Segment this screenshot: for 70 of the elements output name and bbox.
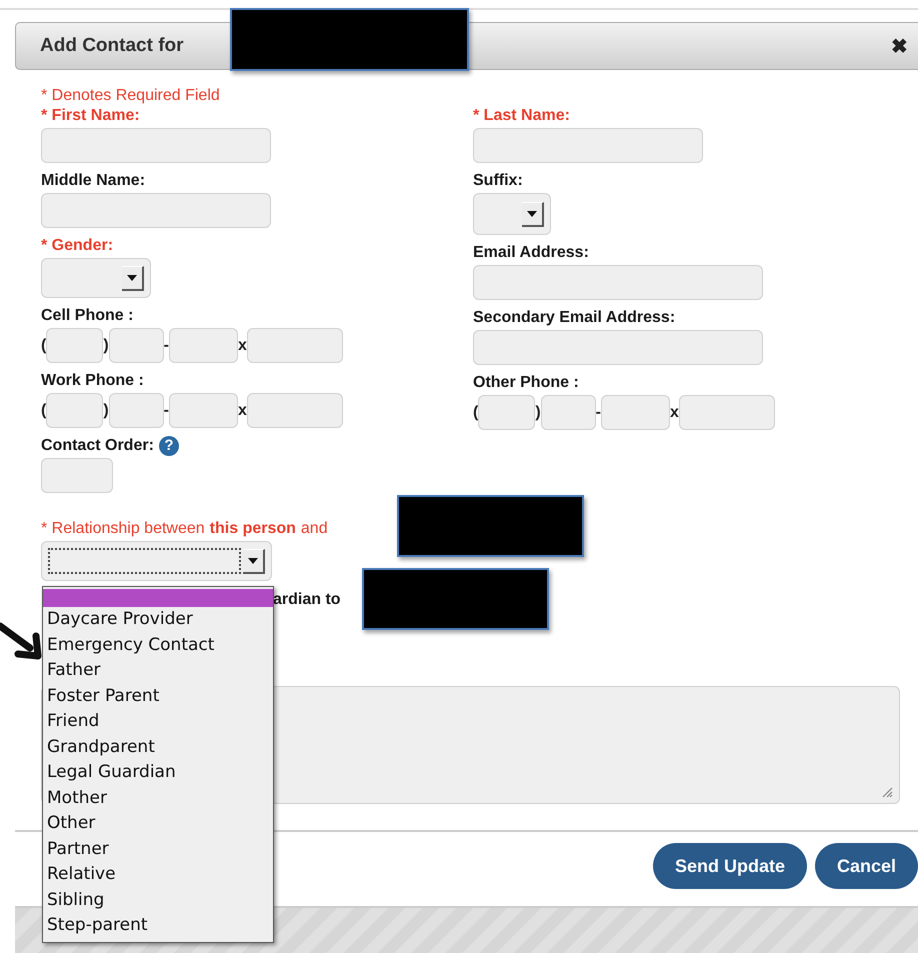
field-label: Secondary Email Address: — [473, 308, 676, 328]
input-field[interactable] — [478, 395, 536, 430]
relationship-label: * Relationship between this person and — [41, 519, 329, 539]
phone-separator: - — [596, 404, 601, 422]
caret-icon — [522, 202, 544, 226]
dropdown-option[interactable]: Mother — [43, 786, 273, 811]
guardian-label: ardian to — [273, 590, 342, 610]
resize-grip-icon — [881, 786, 893, 798]
dropdown-option[interactable]: Sibling — [43, 888, 273, 913]
input-field[interactable] — [473, 265, 763, 300]
phone-separator: x — [238, 402, 247, 420]
field-label: * Last Name: — [473, 106, 570, 126]
input-field[interactable] — [108, 393, 164, 428]
dropdown-option[interactable]: Legal Guardian — [43, 760, 273, 786]
select-field[interactable] — [41, 258, 151, 298]
phone-separator: ( — [41, 336, 46, 354]
action-button[interactable]: Cancel — [814, 843, 918, 889]
dropdown-option[interactable]: Father — [43, 658, 273, 684]
field-label: Middle Name: — [41, 171, 146, 191]
field-label: Work Phone : — [41, 371, 144, 391]
input-field[interactable] — [600, 395, 670, 430]
dropdown-option[interactable]: Other — [43, 811, 273, 836]
field-label: Contact Order: — [41, 436, 154, 456]
dropdown-option[interactable]: Relative — [43, 862, 273, 888]
phone-separator: - — [164, 336, 169, 354]
input-field[interactable] — [540, 395, 596, 430]
phone-separator: x — [238, 336, 247, 354]
phone-separator: x — [670, 404, 679, 422]
caret-icon — [122, 266, 144, 290]
input-field[interactable] — [41, 193, 271, 228]
input-field[interactable] — [246, 328, 343, 363]
input-field[interactable] — [46, 328, 104, 363]
phone-separator: - — [164, 402, 169, 420]
field-label: Email Address: — [473, 243, 589, 263]
dropdown-option[interactable]: Foster Parent — [43, 684, 273, 709]
input-field[interactable] — [678, 395, 775, 430]
dropdown-option[interactable]: Friend — [43, 709, 273, 734]
dialog-title: Add Contact for — [40, 35, 184, 57]
phone-separator: ) — [103, 336, 109, 354]
field-label: Other Phone : — [473, 373, 579, 393]
input-field[interactable] — [168, 328, 238, 363]
field-label: * Gender: — [41, 236, 114, 256]
input-field[interactable] — [246, 393, 343, 428]
caret-icon — [243, 548, 265, 574]
help-icon[interactable]: ? — [158, 436, 179, 456]
phone-separator: ( — [473, 404, 478, 422]
input-field[interactable] — [108, 328, 164, 363]
input-field[interactable] — [473, 128, 703, 163]
phone-separator: ) — [103, 402, 109, 420]
dropdown-option[interactable]: Daycare Provider — [43, 607, 273, 632]
field-label: * First Name: — [41, 106, 140, 126]
dropdown-option[interactable]: Step-parent — [43, 913, 273, 938]
dropdown-option[interactable]: Partner — [43, 836, 273, 862]
input-field[interactable] — [41, 458, 113, 493]
input-field[interactable] — [168, 393, 238, 428]
phone-separator: ) — [535, 404, 541, 422]
input-field[interactable] — [473, 330, 763, 365]
field-label: Suffix: — [473, 171, 523, 191]
phone-separator: ( — [41, 402, 46, 420]
dropdown-option[interactable]: Emergency Contact — [43, 632, 273, 658]
field-label: Cell Phone : — [41, 306, 134, 326]
dropdown-option[interactable]: Grandparent — [43, 734, 273, 760]
select-field[interactable] — [41, 541, 272, 581]
close-button[interactable]: ✖ — [891, 34, 908, 58]
input-field[interactable] — [46, 393, 104, 428]
action-button[interactable]: Send Update — [652, 843, 807, 889]
input-field[interactable] — [41, 128, 271, 163]
highlighted-option[interactable] — [43, 589, 273, 607]
select-field[interactable] — [473, 193, 551, 235]
required-note: * Denotes Required Field — [41, 86, 221, 106]
